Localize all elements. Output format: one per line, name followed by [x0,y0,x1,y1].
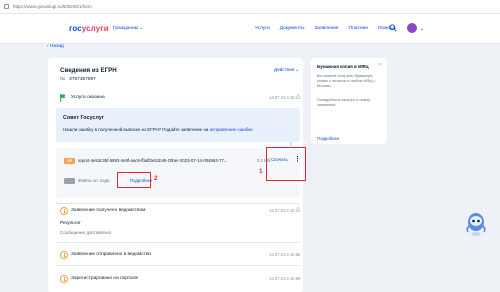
result-label: Результат [60,220,81,225]
flag-icon [60,94,66,102]
annotation-box-download [266,147,306,181]
chevron-down-icon[interactable]: ⌄ [420,26,424,32]
user-avatar[interactable] [407,23,417,33]
chevron-left-icon: ‹ [47,44,49,49]
order-card: Сведения из ЕГРН № 3757357897 Действия ⌄ … [48,58,303,292]
annotation-box-details [117,172,151,188]
annotation-label-2: 2 [154,175,158,182]
step-registered: Зарегистрировано на портале [71,276,139,281]
fix-error-link[interactable]: исправление ошибки [210,127,253,132]
page-title: Сведения из ЕГРН [60,67,117,74]
menu-item-payments[interactable]: Платежи [349,26,368,31]
step-check-icon [60,275,68,283]
zip-file-icon: ZIP [64,158,75,164]
tip-text: Нашли ошибку в полученной выписке из ЕГР… [63,127,253,132]
mfc-title: Бумажная копия в МФЦ [317,64,369,69]
file-name: report-4e53c35f-5893-4e8f-aac6-ffadf2e51… [78,158,228,163]
mfc-requirements: Понадобятся паспорт и номер заявления [317,98,371,107]
divider [56,203,300,204]
actions-dropdown[interactable]: Действия [274,67,294,72]
tip-title: Совет Госуслуг [63,115,104,121]
order-number: № 3757357897 [60,77,96,82]
url-text[interactable]: https://www.gosuslugi.ru/600206/1/form [13,4,92,9]
divider [56,242,300,243]
chevron-up-icon[interactable]: ⌃ [296,94,300,100]
chevron-down-icon: ⌄ [139,26,144,31]
site-header: госуслуги Гражданам ⌄ Услуги Документы З… [0,14,500,44]
divider [56,265,300,266]
signature-file-icon [64,178,75,184]
chevron-down-icon[interactable]: ⌄ [296,251,300,257]
chat-robot-icon[interactable] [465,211,487,237]
result-value: Сообщение доставлено [60,230,112,235]
chevron-down-icon[interactable]: ⌄ [296,275,300,281]
chevron-up-icon[interactable]: ⌃ [296,207,300,213]
mfc-text: Вы можете получить бумажную копию с печа… [317,74,376,88]
search-icon[interactable] [389,24,397,32]
back-link[interactable]: ‹ Назад [47,44,64,49]
step-check-icon [60,207,68,215]
menu-item-applications[interactable]: Заявления [315,26,339,31]
main-menu: Услуги Документы Заявления Платежи Помощ… [255,26,397,31]
mfc-copy-panel: × Бумажная копия в МФЦ Вы можете получит… [311,58,387,144]
annotation-label-1: 1 [259,168,263,175]
browser-address-bar[interactable]: https://www.gosuslugi.ru/600206/1/form [0,0,500,14]
region-selector[interactable]: Гражданам ⌄ [113,26,143,31]
menu-item-services[interactable]: Услуги [255,26,270,31]
chevron-down-icon[interactable]: ⌄ [295,67,299,73]
signature-files-label: Файлы эл. подп. [78,178,111,183]
menu-item-documents[interactable]: Документы [280,26,305,31]
lock-icon [4,4,9,9]
step-received: Заявление получено ведомством [71,208,146,213]
result-files: ZIP report-4e53c35f-5893-4e8f-aac6-ffadf… [56,148,301,198]
mfc-details-link[interactable]: Подробнее [317,136,339,141]
step-check-icon [60,251,68,259]
tip-banner: Совет Госуслуг Нашли ошибку в полученной… [56,108,300,142]
gosuslugi-logo[interactable]: госуслуги [69,24,109,33]
step-sent: Заявление отправлено в ведомство [71,252,152,257]
status-done: Услуга оказана [71,95,105,100]
